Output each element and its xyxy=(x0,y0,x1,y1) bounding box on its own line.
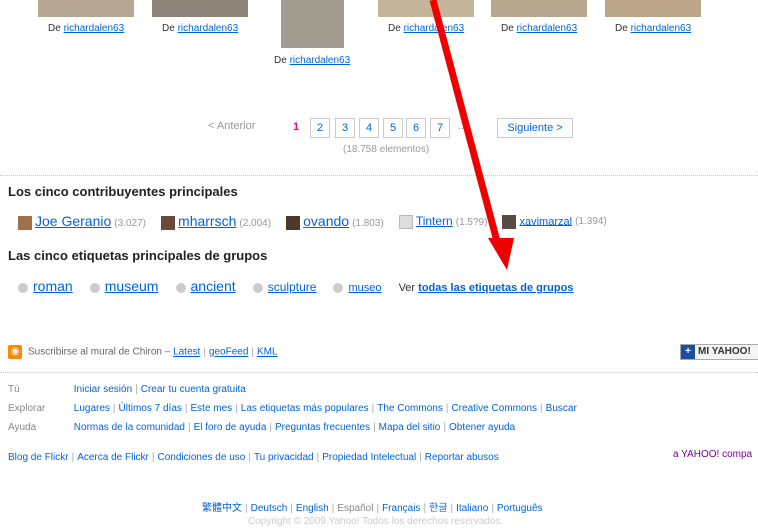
arrow-head xyxy=(488,238,514,270)
arrow-shaft xyxy=(429,0,502,246)
annotation-arrow xyxy=(429,0,514,270)
